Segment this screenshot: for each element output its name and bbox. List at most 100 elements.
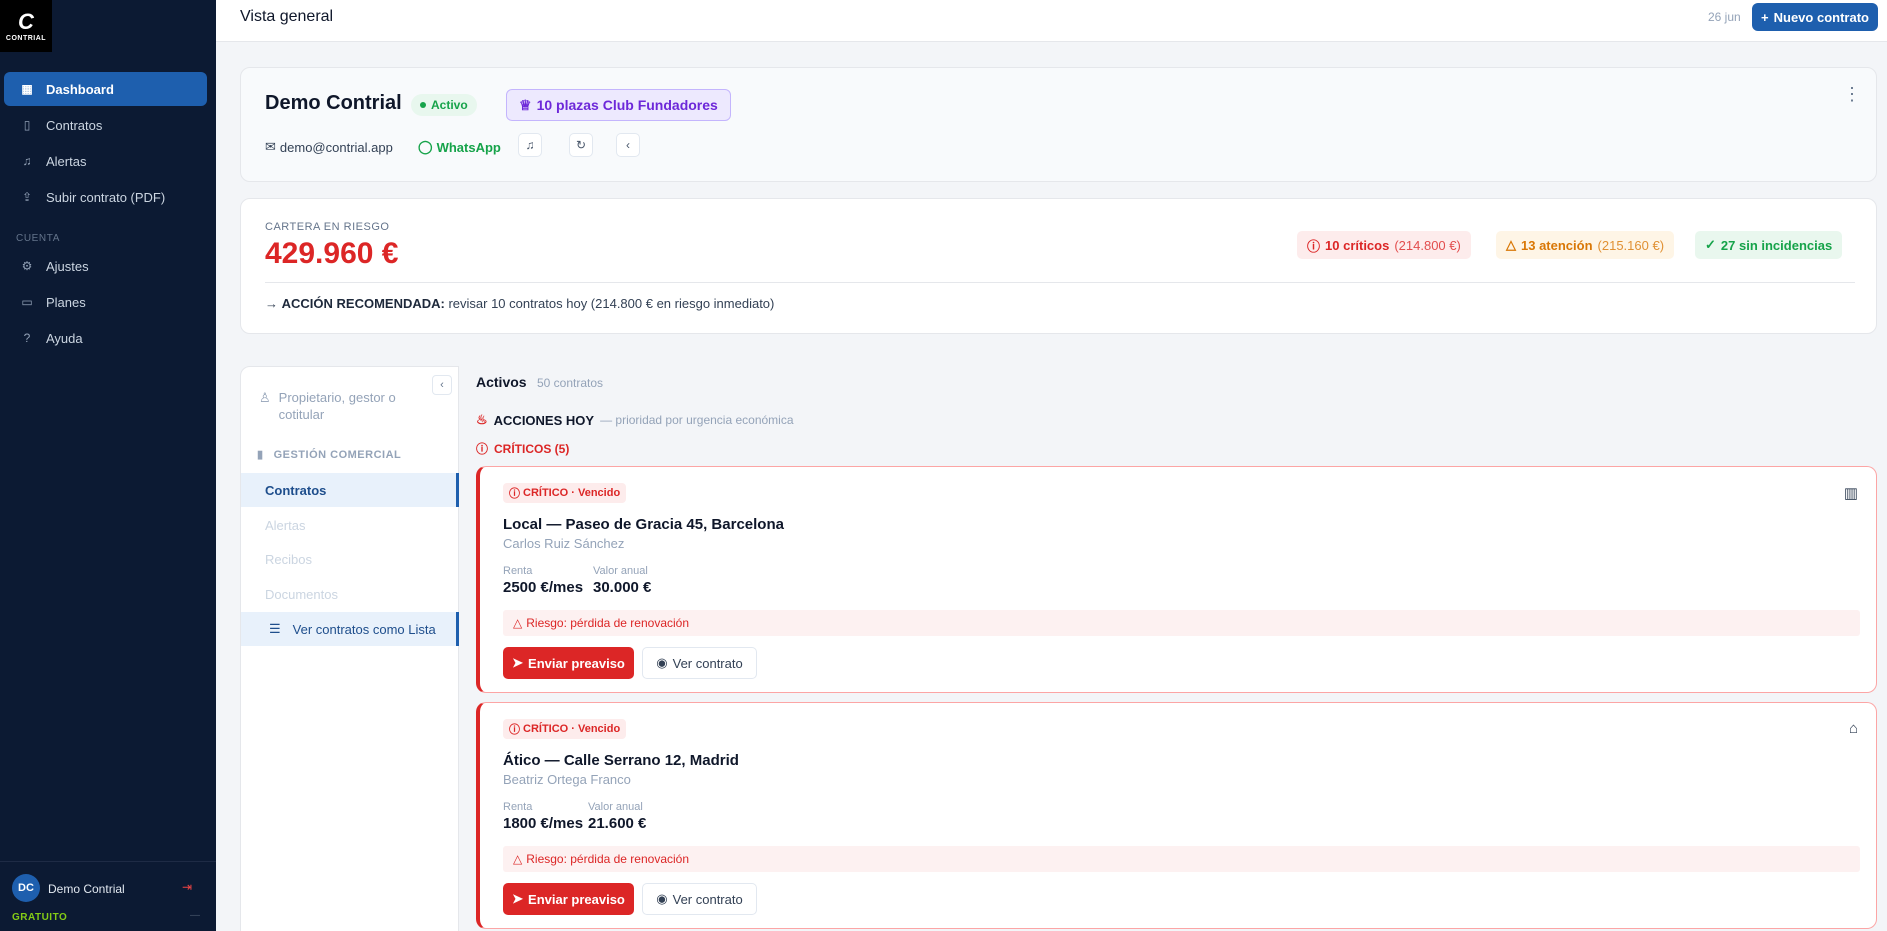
list-icon: ☰ <box>269 621 281 636</box>
list-view-toggle[interactable]: ☰ Ver contratos como Lista <box>241 612 459 646</box>
logo-mark: C <box>18 8 34 34</box>
new-contract-button[interactable]: + Nuevo contrato <box>1752 3 1878 31</box>
panel-item-contratos[interactable]: Contratos <box>241 473 459 507</box>
contract-count: 50 contratos <box>537 376 604 390</box>
arrow-right-icon: → <box>265 296 278 311</box>
view-label: Ver contrato <box>672 655 743 671</box>
chevron-left-icon: ‹ <box>626 138 630 152</box>
today-sub: — prioridad por urgencia económica <box>600 413 794 427</box>
gear-icon: ⚙ <box>21 259 33 273</box>
ok-pill[interactable]: ✓ 27 sin incidencias <box>1695 231 1843 259</box>
email-text: demo@contrial.app <box>279 139 393 155</box>
view-contract-button[interactable]: ◉ Ver contrato <box>642 883 757 915</box>
nav-item-planes[interactable]: ▭ Planes <box>4 285 207 319</box>
view-contract-button[interactable]: ◉ Ver contrato <box>642 647 757 679</box>
send-label: Enviar preaviso <box>528 891 625 907</box>
refresh-button[interactable]: ↻ <box>569 133 593 157</box>
tenant-name: Carlos Ruiz Sánchez <box>503 536 625 551</box>
risk-note: △ Riesgo: pérdida de renovación <box>503 610 1860 636</box>
divider <box>265 282 1855 283</box>
account-section-label: CUENTA <box>16 233 60 244</box>
user-name: Demo Contrial <box>48 882 125 896</box>
flame-icon: ♨ <box>476 412 488 427</box>
view-label: Ver contrato <box>672 891 743 907</box>
risk-text: Riesgo: pérdida de renovación <box>526 852 690 866</box>
alert-circle-icon: ⓘ <box>476 442 489 456</box>
critical-pill[interactable]: ⓘ 10 críticos (214.800 €) <box>1297 231 1471 259</box>
status-dot-icon <box>420 102 426 108</box>
tenant-name: Beatriz Ortega Franco <box>503 772 631 787</box>
warning-icon: △ <box>513 616 523 630</box>
logout-icon[interactable]: ⇥ <box>182 880 192 894</box>
topbar: Vista general 26 jun + Nuevo contrato <box>216 0 1887 42</box>
send-icon: ➤ <box>512 891 524 906</box>
contract-title[interactable]: Ático — Calle Serrano 12, Madrid <box>503 752 739 769</box>
eye-icon: ◉ <box>656 655 668 670</box>
account-nav: ⚙ Ajustes ▭ Planes ? Ayuda <box>4 249 207 357</box>
new-contract-label: Nuevo contrato <box>1773 9 1869 25</box>
nav-item-dashboard[interactable]: ▦ Dashboard <box>4 72 207 106</box>
nav-item-contratos[interactable]: ▯ Contratos <box>4 108 207 142</box>
chevron-left-icon: ‹ <box>440 379 444 391</box>
whatsapp-link[interactable]: ◯ WhatsApp <box>418 139 501 155</box>
section-commercial: ▮ GESTIÓN COMERCIAL <box>257 448 401 462</box>
eye-icon: ◉ <box>656 891 668 906</box>
notifications-button[interactable]: ♫ <box>518 133 542 157</box>
refresh-icon: ↻ <box>575 138 587 152</box>
owner-filter[interactable]: ♙ Propietario, gestor o cotitular <box>259 389 424 423</box>
send-notice-button[interactable]: ➤ Enviar preaviso <box>503 647 634 679</box>
more-options-icon[interactable]: ⋮ <box>1843 84 1861 105</box>
warning-icon: △ <box>1506 237 1516 252</box>
collapse-panel-button[interactable]: ‹ <box>432 375 452 395</box>
alert-circle-icon: ⓘ <box>509 724 520 736</box>
attention-pill[interactable]: △ 13 atención (215.160 €) <box>1496 231 1675 259</box>
user-footer: DC Demo Contrial ⇥ GRATUITO — <box>0 861 216 931</box>
crown-icon: ♕ <box>519 96 532 113</box>
current-date: 26 jun <box>1708 10 1741 24</box>
nav-label: Ayuda <box>46 330 83 346</box>
risk-note: △ Riesgo: pérdida de renovación <box>503 846 1860 872</box>
building-icon: ▥ <box>1843 485 1858 502</box>
panel-item-recibos[interactable]: Recibos <box>241 542 459 576</box>
nav-item-alertas[interactable]: ♫ Alertas <box>4 144 207 178</box>
bar-chart-icon: ▮ <box>257 449 264 461</box>
rent-value: 2500 €/mes <box>503 579 584 596</box>
contrial-logo[interactable]: C CONTRIAL <box>0 0 52 52</box>
email-link[interactable]: ✉ demo@contrial.app <box>265 139 393 155</box>
nav-item-subir-contrato[interactable]: ⇪ Subir contrato (PDF) <box>4 180 207 214</box>
document-icon: ▯ <box>23 118 31 132</box>
panel-item-documentos[interactable]: Documentos <box>241 577 459 611</box>
avatar[interactable]: DC <box>12 874 40 902</box>
company-name: Demo Contrial <box>265 92 402 114</box>
section-title: Activos <box>476 374 527 390</box>
risk-amount: 429.960 € <box>265 237 399 270</box>
annual-label: Valor anual <box>593 565 648 577</box>
annual-label: Valor anual <box>588 801 643 813</box>
panel-item-alertas[interactable]: Alertas <box>241 508 459 542</box>
critical-badge: ⓘ CRÍTICO · Vencido <box>503 483 627 503</box>
sidebar: C CONTRIAL ▦ Dashboard ▯ Contratos ♫ Ale… <box>0 0 216 931</box>
nav-item-ajustes[interactable]: ⚙ Ajustes <box>4 249 207 283</box>
club-founders-badge[interactable]: ♕ 10 plazas Club Fundadores <box>506 89 731 121</box>
logo-text: CONTRIAL <box>5 34 47 42</box>
send-icon: ➤ <box>512 655 524 670</box>
nav-label: Subir contrato (PDF) <box>46 189 166 205</box>
club-label: 10 plazas Club Fundadores <box>536 97 718 113</box>
page-title: Vista general <box>240 8 334 25</box>
risk-label: CARTERA EN RIESGO <box>265 221 390 233</box>
nav-label: Contratos <box>46 117 103 133</box>
critical-header: ⓘ CRÍTICOS (5) <box>476 440 569 457</box>
mail-icon: ✉ <box>265 139 276 154</box>
badge-text: CRÍTICO · Vencido <box>523 487 621 499</box>
send-notice-button[interactable]: ➤ Enviar preaviso <box>503 883 634 915</box>
contract-title[interactable]: Local — Paseo de Gracia 45, Barcelona <box>503 516 784 533</box>
nav-label: Alertas <box>46 153 87 169</box>
plan-extra: — <box>190 910 200 921</box>
reco-label: ACCIÓN RECOMENDADA: <box>281 296 445 311</box>
card-icon: ▭ <box>21 295 33 309</box>
nav-item-ayuda[interactable]: ? Ayuda <box>4 321 207 355</box>
nav-label: Ajustes <box>46 258 89 274</box>
collapse-header-button[interactable]: ‹ <box>616 133 640 157</box>
filter-panel: ♙ Propietario, gestor o cotitular ‹ ▮ GE… <box>240 366 459 931</box>
rent-label: Renta <box>503 565 533 577</box>
